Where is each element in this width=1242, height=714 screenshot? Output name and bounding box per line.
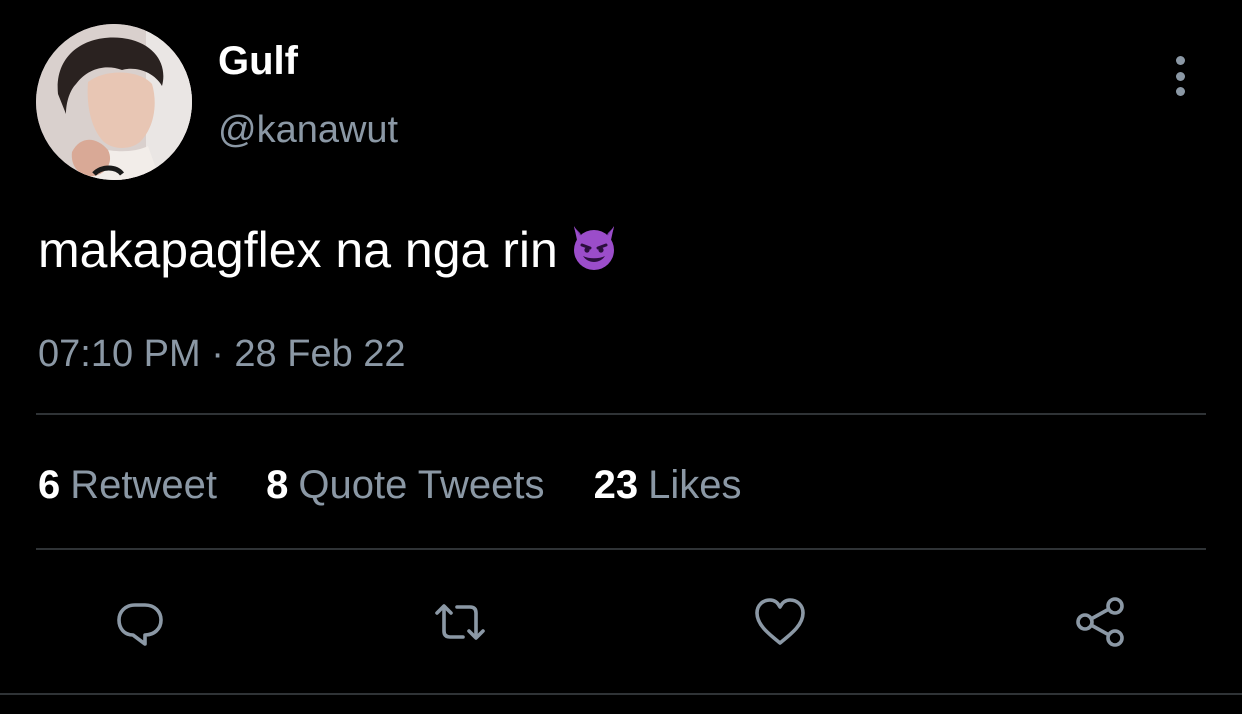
tweet-timestamp[interactable]: 07:10 PM · 28 Feb 22 bbox=[38, 332, 406, 376]
retweet-icon bbox=[435, 604, 485, 640]
more-options-button[interactable] bbox=[1160, 52, 1200, 100]
profile-photo-icon bbox=[36, 24, 192, 180]
smiling-face-with-horns-icon bbox=[573, 226, 614, 270]
retweet-label: Retweet bbox=[70, 463, 217, 507]
divider bbox=[36, 413, 1206, 415]
quote-tweets-count: 8 bbox=[266, 463, 289, 507]
likes-count: 23 bbox=[593, 463, 639, 507]
display-name[interactable]: Gulf bbox=[218, 38, 298, 84]
like-button[interactable] bbox=[748, 590, 812, 654]
reply-icon bbox=[117, 603, 163, 646]
quote-tweets-count-link[interactable]: 8 Quote Tweets bbox=[266, 462, 544, 508]
retweet-count: 6 bbox=[38, 463, 61, 507]
more-dot-icon bbox=[1175, 56, 1185, 65]
reply-button[interactable] bbox=[108, 590, 172, 654]
more-dot-icon bbox=[1175, 87, 1185, 96]
user-handle[interactable]: @kanawut bbox=[218, 108, 398, 152]
likes-label: Likes bbox=[648, 463, 742, 507]
divider bbox=[36, 548, 1206, 550]
tweet-stats: 6 Retweet 8 Quote Tweets 23 Likes bbox=[38, 462, 779, 508]
likes-count-link[interactable]: 23 Likes bbox=[594, 462, 742, 508]
more-dot-icon bbox=[1175, 71, 1185, 81]
retweet-button[interactable] bbox=[428, 590, 492, 654]
share-icon bbox=[1076, 597, 1124, 647]
avatar[interactable] bbox=[36, 24, 192, 180]
bottom-divider bbox=[0, 693, 1242, 695]
tweet-text: makapagflex na nga rin bbox=[38, 222, 558, 278]
share-button[interactable] bbox=[1068, 590, 1132, 654]
heart-icon bbox=[755, 598, 805, 645]
tweet-detail: Gulf @kanawut makapagflex na nga rin 07:… bbox=[0, 0, 1242, 714]
retweet-count-link[interactable]: 6 Retweet bbox=[38, 462, 217, 508]
tweet-body: makapagflex na nga rin bbox=[38, 220, 620, 280]
quote-tweets-label: Quote Tweets bbox=[298, 463, 545, 507]
